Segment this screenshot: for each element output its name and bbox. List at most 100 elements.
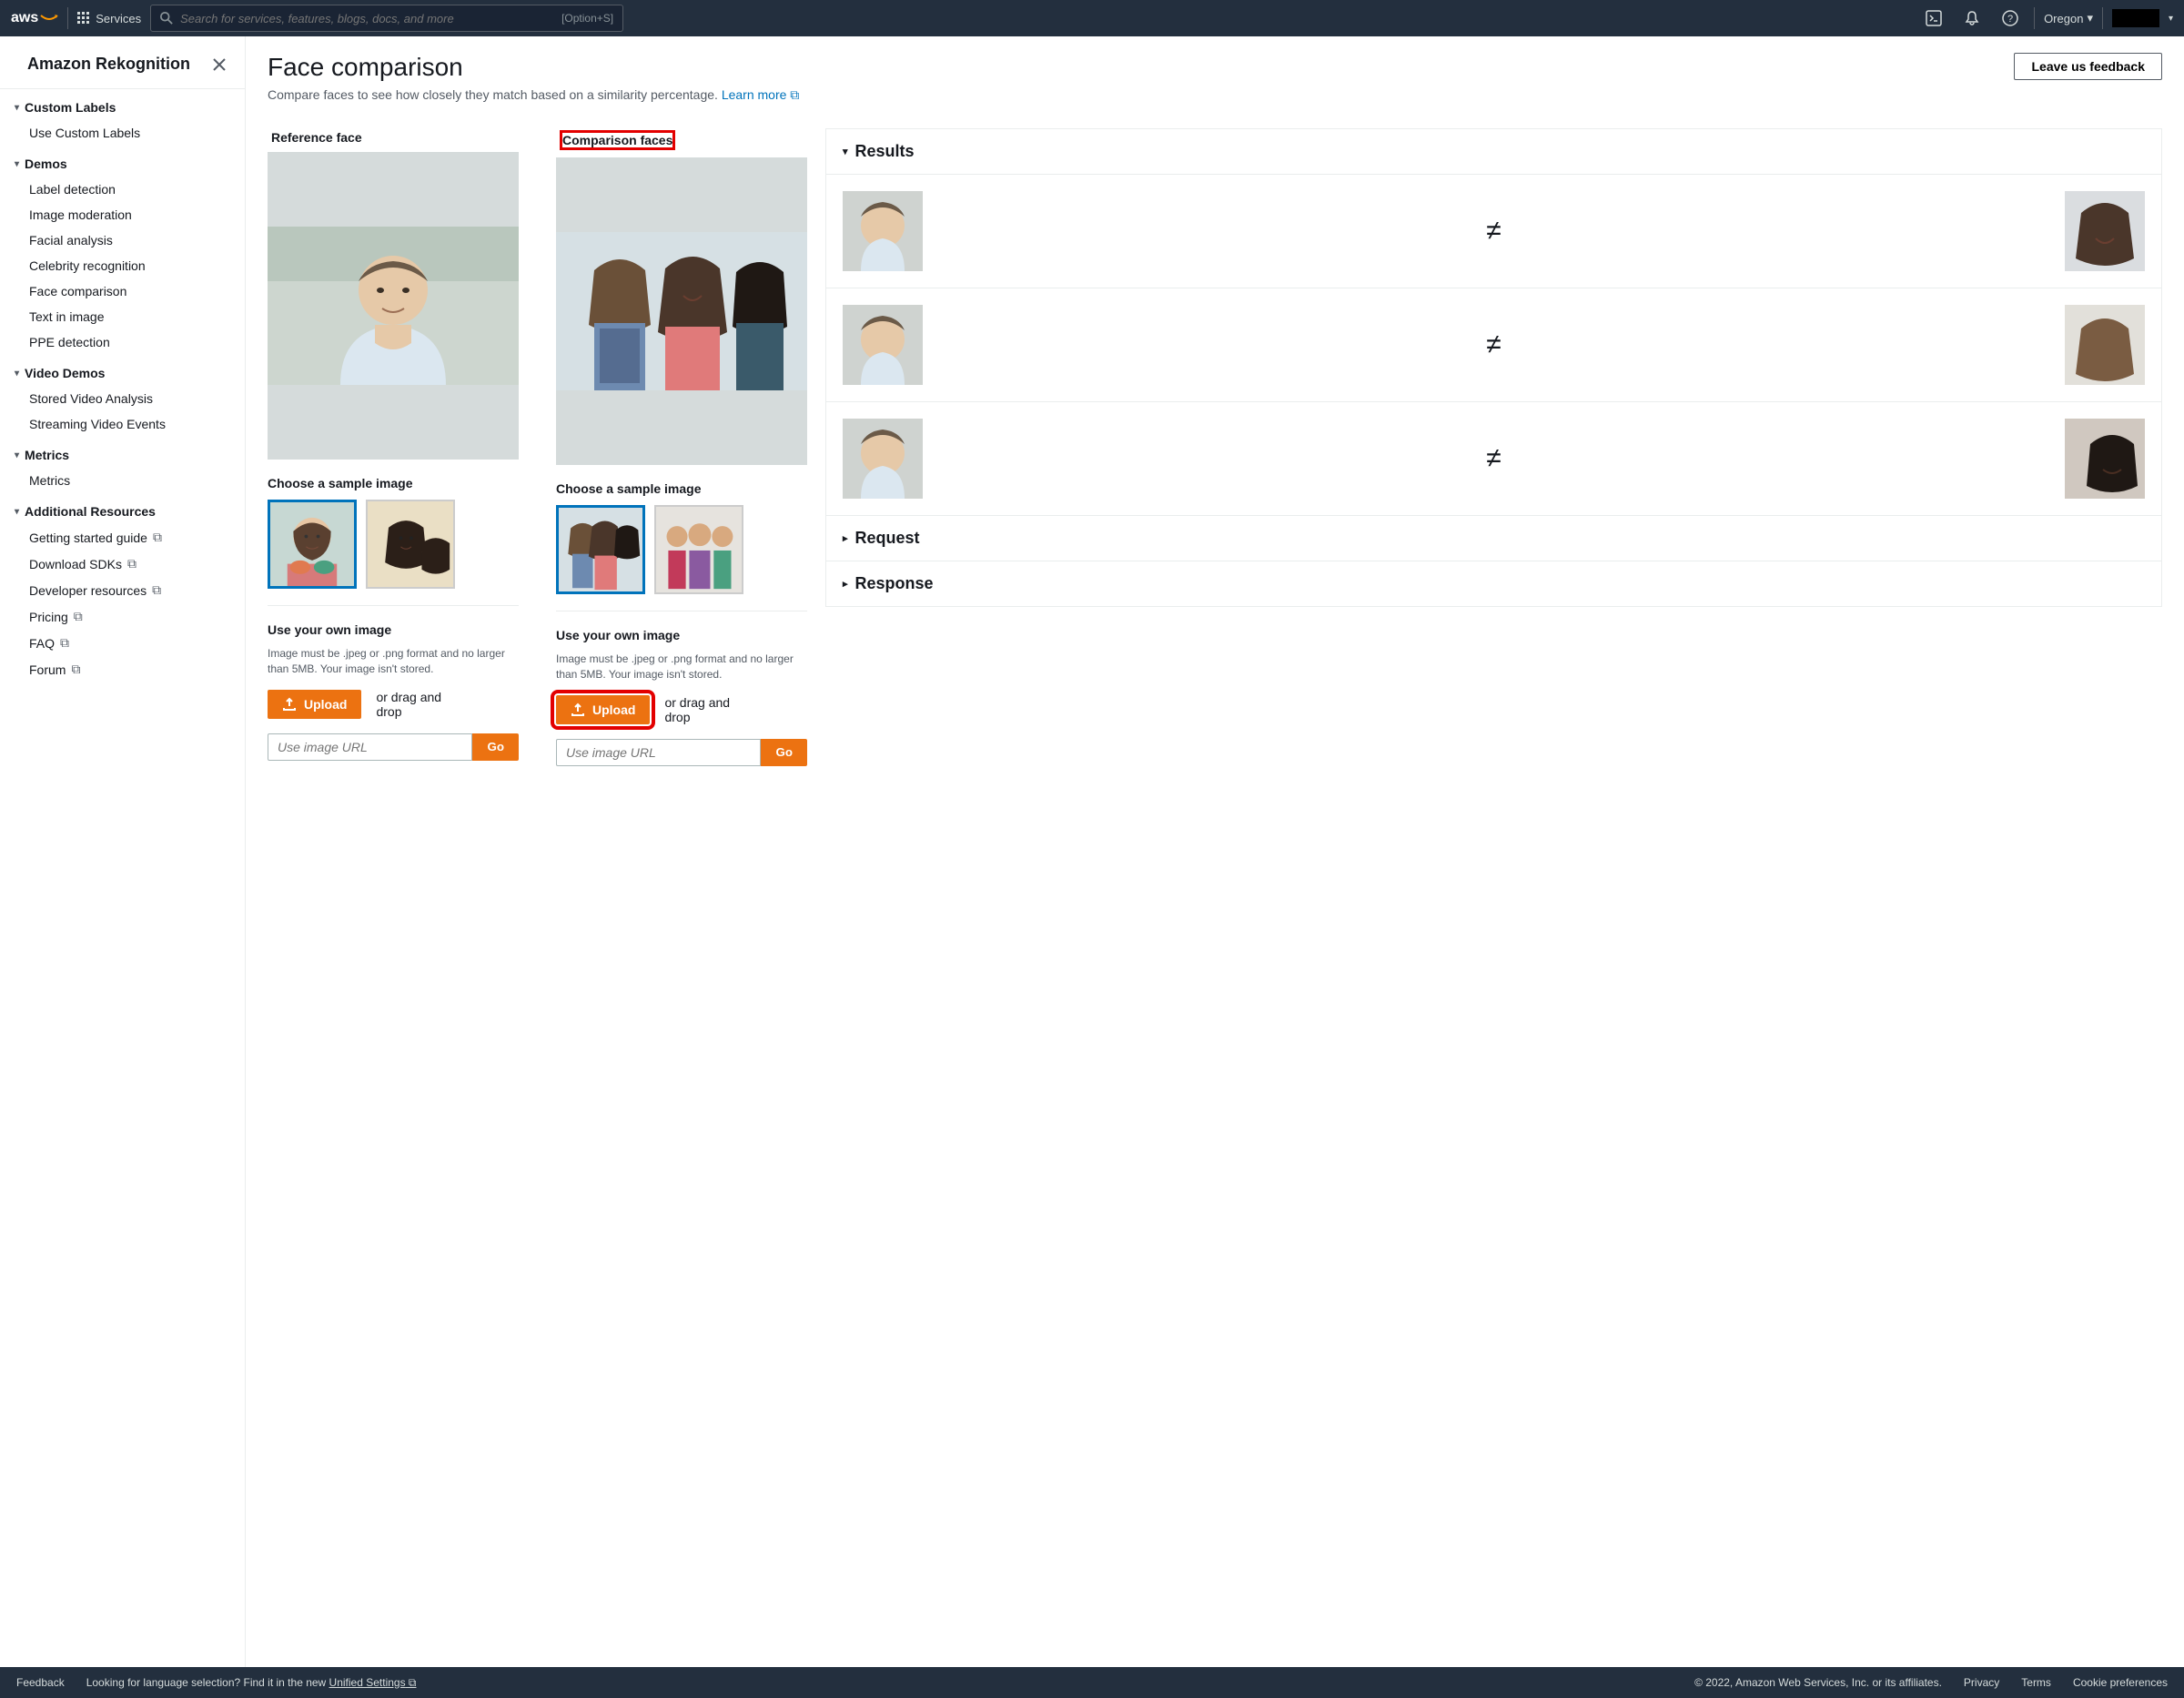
- comparison-faces-column: Comparison faces Choose a sample image: [556, 128, 807, 766]
- section-additional[interactable]: Additional Resources: [0, 493, 245, 524]
- not-equal-icon: ≠: [1467, 329, 1522, 360]
- svg-text:?: ?: [2007, 14, 2013, 25]
- request-accordion[interactable]: Request: [826, 515, 2161, 561]
- result-reference-face: [843, 419, 923, 499]
- search-box[interactable]: [Option+S]: [150, 5, 623, 32]
- section-custom-labels[interactable]: Custom Labels: [0, 89, 245, 120]
- comparison-go-button[interactable]: Go: [761, 739, 807, 766]
- close-icon[interactable]: [212, 57, 227, 72]
- result-reference-face: [843, 305, 923, 385]
- nav-use-custom-labels[interactable]: Use Custom Labels: [0, 120, 245, 146]
- result-row: ≠: [826, 402, 2161, 515]
- nav-label-detection[interactable]: Label detection: [0, 177, 245, 202]
- comparison-url-input[interactable]: [556, 739, 761, 766]
- section-demos[interactable]: Demos: [0, 146, 245, 177]
- external-link-icon: ⧉: [790, 87, 799, 102]
- aws-logo[interactable]: aws: [11, 9, 58, 27]
- results-panel: Results ≠ ≠ ≠ Request Response: [825, 128, 2162, 607]
- sidebar: Amazon Rekognition Custom Labels Use Cus…: [0, 36, 246, 1667]
- own-image-hint: Image must be .jpeg or .png format and n…: [556, 652, 807, 682]
- external-link-icon: ⧉: [74, 609, 83, 624]
- nav-developer-resources[interactable]: Developer resources ⧉: [0, 577, 245, 603]
- section-video-demos[interactable]: Video Demos: [0, 355, 245, 386]
- nav-faq[interactable]: FAQ ⧉: [0, 630, 245, 656]
- response-accordion[interactable]: Response: [826, 561, 2161, 606]
- comparison-sample-thumb-1[interactable]: [556, 505, 645, 594]
- reference-image-preview: [268, 152, 519, 460]
- cloudshell-icon[interactable]: [1919, 10, 1948, 26]
- notifications-icon[interactable]: [1957, 10, 1987, 26]
- reference-heading: Reference face: [268, 128, 519, 147]
- search-input[interactable]: [180, 12, 554, 25]
- own-image-label: Use your own image: [556, 628, 807, 642]
- comparison-heading: Comparison faces: [560, 130, 675, 150]
- help-icon[interactable]: ?: [1996, 10, 2025, 26]
- not-equal-icon: ≠: [1467, 216, 1522, 247]
- services-menu[interactable]: Services: [77, 12, 141, 25]
- own-image-hint: Image must be .jpeg or .png format and n…: [268, 646, 519, 677]
- drag-drop-text: or drag and drop: [376, 690, 449, 719]
- comparison-image-preview: [556, 157, 807, 465]
- section-metrics[interactable]: Metrics: [0, 437, 245, 468]
- nav-ppe-detection[interactable]: PPE detection: [0, 329, 245, 355]
- nav-getting-started[interactable]: Getting started guide ⧉: [0, 524, 245, 551]
- search-icon: [160, 12, 173, 25]
- comparison-upload-button[interactable]: Upload: [556, 695, 650, 724]
- result-comparison-face: [2065, 419, 2145, 499]
- page-subtitle: Compare faces to see how closely they ma…: [268, 87, 2162, 103]
- nav-forum[interactable]: Forum ⧉: [0, 656, 245, 682]
- aws-smile-icon: [40, 9, 58, 27]
- nav-pricing[interactable]: Pricing ⧉: [0, 603, 245, 630]
- service-title: Amazon Rekognition: [27, 55, 190, 74]
- nav-stored-video[interactable]: Stored Video Analysis: [0, 386, 245, 411]
- results-header[interactable]: Results: [826, 129, 2161, 175]
- comparison-sample-thumb-2[interactable]: [654, 505, 743, 594]
- account-menu[interactable]: [2112, 9, 2159, 27]
- learn-more-link[interactable]: Learn more ⧉: [722, 87, 799, 102]
- external-link-icon: ⧉: [153, 530, 162, 545]
- main-content: Face comparison Leave us feedback Compar…: [246, 36, 2184, 1667]
- nav-metrics[interactable]: Metrics: [0, 468, 245, 493]
- nav-streaming-video[interactable]: Streaming Video Events: [0, 411, 245, 437]
- external-link-icon: ⧉: [60, 635, 69, 651]
- not-equal-icon: ≠: [1467, 443, 1522, 474]
- external-link-icon: ⧉: [152, 582, 161, 598]
- reference-face-column: Reference face: [268, 128, 519, 761]
- services-label: Services: [96, 12, 141, 25]
- result-comparison-face: [2065, 191, 2145, 271]
- footer-copyright: © 2022, Amazon Web Services, Inc. or its…: [1694, 1676, 1942, 1689]
- page-title: Face comparison: [268, 53, 463, 82]
- reference-upload-button[interactable]: Upload: [268, 690, 361, 719]
- reference-sample-thumb-1[interactable]: [268, 500, 357, 589]
- search-shortcut: [Option+S]: [561, 12, 613, 25]
- nav-download-sdks[interactable]: Download SDKs ⧉: [0, 551, 245, 577]
- upload-icon: [282, 697, 297, 712]
- leave-feedback-button[interactable]: Leave us feedback: [2014, 53, 2162, 80]
- footer-terms[interactable]: Terms: [2021, 1676, 2051, 1689]
- reference-go-button[interactable]: Go: [472, 733, 519, 761]
- nav-face-comparison[interactable]: Face comparison: [0, 278, 245, 304]
- top-nav: aws Services [Option+S] ? Oregon▾ ▾: [0, 0, 2184, 36]
- unified-settings-link[interactable]: Unified Settings ⧉: [329, 1676, 417, 1689]
- footer-privacy[interactable]: Privacy: [1964, 1676, 1999, 1689]
- footer: Feedback Looking for language selection?…: [0, 1667, 2184, 1698]
- nav-celebrity-recognition[interactable]: Celebrity recognition: [0, 253, 245, 278]
- nav-facial-analysis[interactable]: Facial analysis: [0, 227, 245, 253]
- upload-icon: [571, 702, 585, 717]
- choose-sample-label: Choose a sample image: [556, 481, 807, 496]
- reference-photo: [268, 227, 519, 385]
- reference-url-input[interactable]: [268, 733, 472, 761]
- result-row: ≠: [826, 288, 2161, 402]
- external-link-icon: ⧉: [127, 556, 136, 571]
- nav-image-moderation[interactable]: Image moderation: [0, 202, 245, 227]
- footer-feedback[interactable]: Feedback: [16, 1676, 65, 1689]
- comparison-photo: [556, 232, 807, 390]
- region-selector[interactable]: Oregon▾: [2044, 11, 2093, 25]
- result-reference-face: [843, 191, 923, 271]
- nav-text-in-image[interactable]: Text in image: [0, 304, 245, 329]
- footer-cookies[interactable]: Cookie preferences: [2073, 1676, 2168, 1689]
- grid-icon: [77, 12, 90, 25]
- own-image-label: Use your own image: [268, 622, 519, 637]
- external-link-icon: ⧉: [71, 662, 80, 677]
- reference-sample-thumb-2[interactable]: [366, 500, 455, 589]
